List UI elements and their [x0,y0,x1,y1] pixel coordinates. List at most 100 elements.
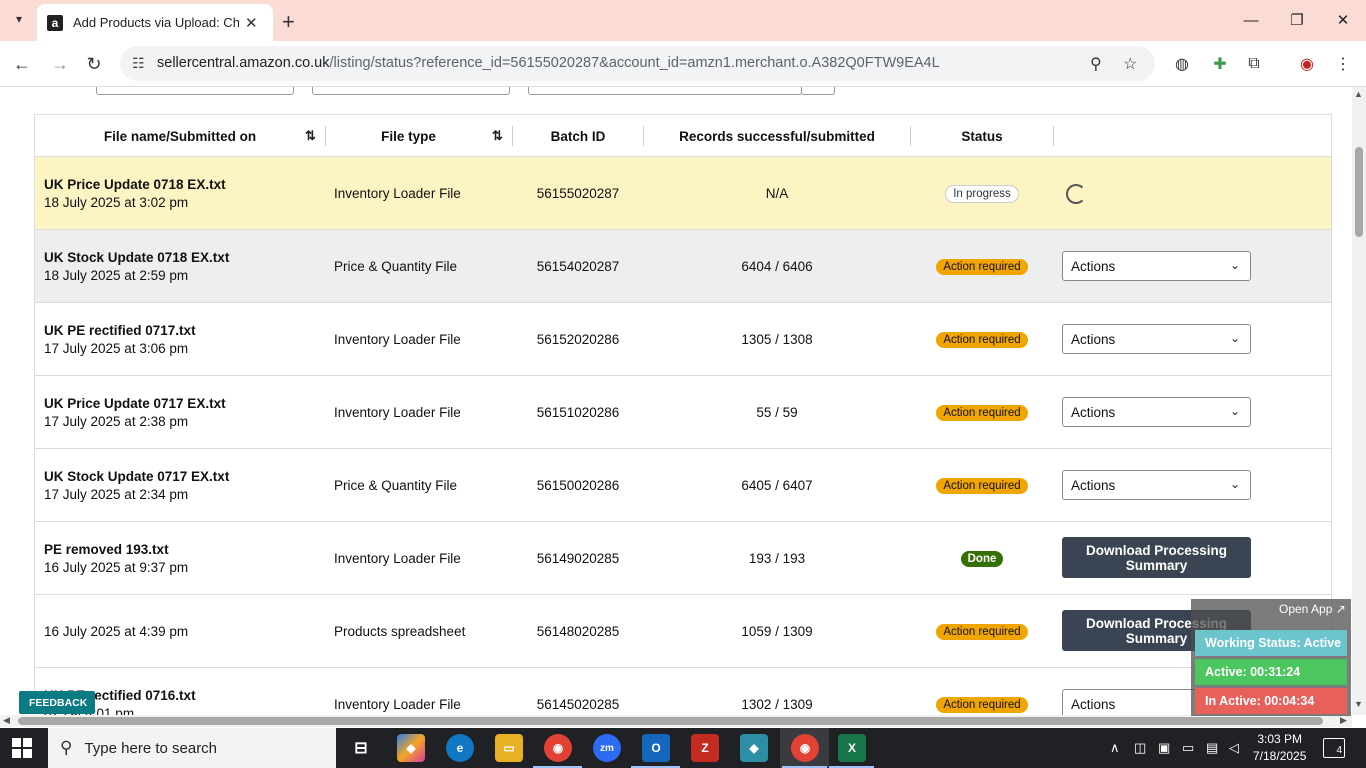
chrome-icon[interactable]: ◉ [544,734,572,762]
batch-id: 56145020285 [536,697,620,712]
records-count: 1059 / 1309 [741,624,813,639]
browser-tab[interactable]: a Add Products via Upload: Check ✕ [37,4,273,41]
inactive-timer: In Active: 00:04:34 [1195,688,1347,714]
site-settings-icon[interactable]: ☷ [132,55,145,72]
bookmark-star-icon[interactable]: ☆ [1123,54,1137,74]
search-icon: ⚲ [60,738,73,757]
tray-volume-icon[interactable]: ◁ [1229,740,1239,756]
new-tab-plus-icon[interactable]: + [282,9,295,35]
tray-chevron-up-icon[interactable]: ∧ [1110,740,1120,756]
back-arrow-icon[interactable]: ← [10,52,34,76]
records-count: 193 / 193 [748,551,806,566]
file-explorer-icon[interactable]: ▭ [495,734,523,762]
status-cell: In progress [911,157,1053,230]
vertical-scrollbar[interactable]: ▲ ▼ [1352,87,1366,715]
header-records: Records successful/submitted [679,128,875,144]
tab-search-chevron-icon[interactable]: ▾ [8,8,30,30]
horizontal-scroll-thumb[interactable] [18,717,1323,725]
working-status: Working Status: Active [1195,630,1347,656]
chrome-profile-icon[interactable]: ◉ [791,734,819,762]
filezilla-icon[interactable]: Z [691,734,719,762]
scroll-up-arrow-icon[interactable]: ▲ [1354,89,1363,99]
vertical-scroll-thumb[interactable] [1355,147,1363,237]
chevron-down-icon: ⌄ [1229,477,1240,491]
batch-id: 56150020286 [536,478,620,493]
page-content: File name/Submitted on ⇅ File type ⇅ Bat… [0,87,1352,715]
submitted-date: 17 July 2025 at 3:06 pm [44,340,189,356]
system-clock[interactable]: 3:03 PM 7/18/2025 [1253,731,1306,765]
extension-plus-icon[interactable]: ✚ [1210,54,1230,74]
excel-icon[interactable]: X [838,734,866,762]
status-badge: Action required [936,258,1028,275]
filter-field-2[interactable] [312,87,510,95]
status-cell: Action required [911,668,1053,715]
restore-window-icon[interactable]: ❐ [1274,6,1320,34]
table-row: UK Price Update 0717 EX.txt 17 July 2025… [35,376,1331,449]
file-cell: UK Stock Update 0717 EX.txt 17 July 2025… [44,449,229,522]
tray-network-icon[interactable]: ◫ [1134,740,1146,756]
sort-file-type-icon[interactable]: ⇅ [492,128,503,144]
edge-browser-icon[interactable]: e [446,734,474,762]
file-type: Inventory Loader File [334,697,461,712]
feedback-close-icon[interactable]: ✕ [95,696,105,710]
file-cell: UK Stock Update 0718 EX.txt 18 July 2025… [44,230,229,303]
notification-center-icon[interactable]: 4 [1323,738,1345,758]
actions-dropdown[interactable]: Actions ⌄ [1062,324,1251,354]
browser-menu-icon[interactable]: ⋮ [1333,54,1353,74]
scroll-left-arrow-icon[interactable]: ◀ [3,715,10,726]
forward-arrow-icon[interactable]: → [48,52,72,76]
table-row: UK PE rectified 0716.txt 025 at 4:01 pm … [35,668,1331,715]
records-count: 6404 / 6406 [741,259,813,274]
amazon-favicon-icon: a [47,14,63,31]
reload-icon[interactable]: ↻ [82,52,106,76]
tab-close-icon[interactable]: ✕ [245,14,258,32]
file-name: UK Stock Update 0718 EX.txt [44,249,230,265]
status-cell: Done [911,522,1053,595]
file-type: Inventory Loader File [334,551,461,566]
records-count: 1302 / 1309 [741,697,813,712]
file-type: Inventory Loader File [334,332,461,347]
app-diamond-icon[interactable]: ◆ [740,734,768,762]
horizontal-scrollbar[interactable]: ◀ ▶ [0,715,1352,727]
tray-battery-icon[interactable]: ▭ [1182,740,1194,756]
zoom-icon[interactable]: ⚲ [1090,54,1102,74]
table-row: UK Stock Update 0718 EX.txt 18 July 2025… [35,230,1331,303]
actions-dropdown-label: Actions [1071,477,1116,493]
scroll-right-arrow-icon[interactable]: ▶ [1340,715,1347,726]
actions-dropdown[interactable]: Actions ⌄ [1062,397,1251,427]
notification-count: 4 [1336,745,1342,756]
feedback-button[interactable]: FEEDBACK ✕ [19,691,105,714]
tray-wifi-icon[interactable]: ▤ [1206,740,1218,756]
records-count: 55 / 59 [756,405,798,420]
header-batch-id: Batch ID [550,128,606,144]
address-bar[interactable]: ☷ sellercentral.amazon.co.uk/listing/sta… [120,46,1155,81]
translate-globe-icon[interactable]: ◍ [1172,54,1192,74]
actions-dropdown[interactable]: Actions ⌄ [1062,470,1251,500]
scroll-down-arrow-icon[interactable]: ▼ [1354,699,1363,709]
copilot-icon[interactable]: ◆ [397,734,425,762]
filter-search-field[interactable] [528,87,802,95]
windows-taskbar: ⚲ Type here to search ⊟ ◆ e ▭ ◉ zm O Z ◆… [0,728,1366,768]
extensions-puzzle-icon[interactable]: ⧉ [1244,54,1264,74]
submitted-date: 17 July 2025 at 2:34 pm [44,486,189,502]
filter-search-button[interactable] [801,87,835,95]
close-window-icon[interactable]: ✕ [1320,6,1366,34]
download-processing-summary-button[interactable]: Download Processing Summary [1062,537,1251,578]
windows-start-icon[interactable] [12,738,32,758]
status-badge: Action required [936,404,1028,421]
task-view-icon[interactable]: ⊟ [347,734,375,762]
actions-dropdown[interactable]: Actions ⌄ [1062,251,1251,281]
tray-display-icon[interactable]: ▣ [1158,740,1170,756]
filter-field-1[interactable] [96,87,294,95]
sort-file-name-icon[interactable]: ⇅ [305,128,316,144]
status-badge: In progress [945,184,1019,203]
outlook-icon[interactable]: O [642,734,670,762]
open-app-link[interactable]: Open App ↗ [1279,602,1346,616]
zoom-app-icon[interactable]: zm [593,734,621,762]
browser-tab-bar: ▾ a Add Products via Upload: Check ✕ + —… [0,0,1366,41]
taskbar-search[interactable]: ⚲ Type here to search [48,728,336,768]
profile-avatar-icon[interactable]: ◉ [1297,54,1317,74]
table-header: File name/Submitted on ⇅ File type ⇅ Bat… [35,115,1331,157]
file-type: Price & Quantity File [334,259,458,274]
minimize-window-icon[interactable]: — [1228,6,1274,34]
